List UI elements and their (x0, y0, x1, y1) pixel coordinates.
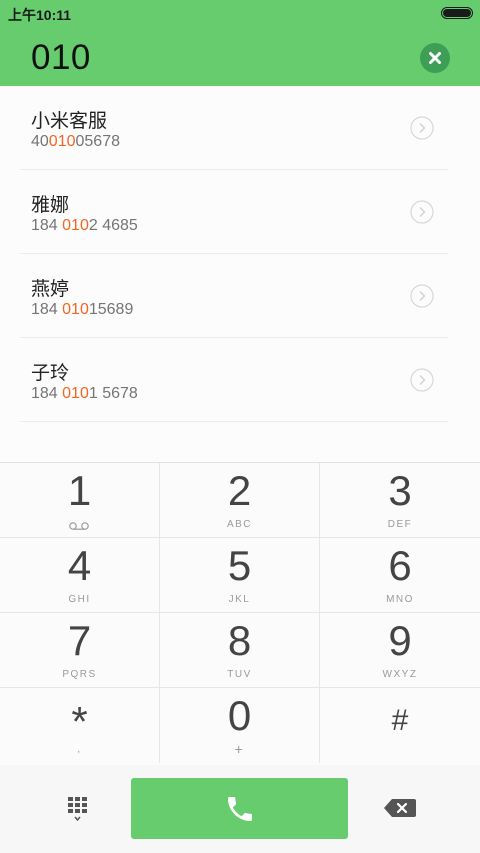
voicemail-icon (69, 522, 89, 530)
key-digit: 0 (227, 692, 252, 739)
key-digit: 3 (388, 467, 412, 514)
key-digit: # (391, 704, 409, 737)
dialpad-toggle-button[interactable] (60, 793, 100, 825)
contact-list: 小米客服 4001005678 雅娜 184 0102 4685 燕婷 184 … (0, 86, 480, 462)
phone-icon (228, 797, 252, 821)
contact-item[interactable]: 燕婷 184 01015689 (20, 254, 448, 338)
key-4[interactable]: 4 GHI (0, 538, 160, 613)
key-2[interactable]: 2 ABC (160, 463, 320, 538)
keypad: 1 2 ABC 3 DEF 4 GHI 5 JKL 6 MNO 7 PQRS 8… (0, 462, 480, 766)
battery-icon (441, 7, 473, 19)
number-match: 010 (62, 301, 89, 318)
key-letters: MNO (386, 594, 414, 605)
number-match: 010 (48, 133, 76, 150)
key-letters: PQRS (62, 669, 97, 680)
chevron-right-icon[interactable] (410, 368, 434, 392)
contact-name: 子玲 (31, 363, 70, 384)
header: 上午10:11 010 (0, 0, 480, 86)
status-time: 上午10:11 (8, 7, 72, 23)
key-3[interactable]: 3 DEF (320, 463, 480, 538)
key-digit: 7 (67, 617, 92, 664)
key-digit: 6 (388, 542, 412, 589)
contact-item[interactable]: 小米客服 4001005678 (20, 86, 448, 170)
key-letters: + (234, 741, 245, 757)
key-digit: 2 (227, 467, 252, 514)
contact-name: 雅娜 (31, 195, 70, 216)
key-letters: , (77, 744, 82, 755)
delete-button[interactable] (382, 797, 418, 819)
key-9[interactable]: 9 WXYZ (320, 613, 480, 688)
key-letters: WXYZ (382, 669, 418, 680)
key-digit: 9 (388, 617, 412, 664)
key-7[interactable]: 7 PQRS (0, 613, 160, 688)
key-letters: GHI (68, 594, 91, 605)
dialed-number[interactable]: 010 (31, 38, 91, 78)
contact-name: 小米客服 (31, 111, 108, 132)
contact-name: 燕婷 (31, 279, 70, 300)
key-1[interactable]: 1 (0, 463, 160, 538)
key-8[interactable]: 8 TUV (160, 613, 320, 688)
close-icon (429, 52, 441, 64)
clear-button[interactable] (420, 43, 450, 73)
key-0[interactable]: 0 + (160, 688, 320, 763)
number-match: 010 (62, 385, 89, 402)
contact-number: 4001005678 (31, 133, 120, 150)
key-digit: 5 (227, 542, 252, 589)
key-letters: DEF (387, 519, 413, 530)
backspace-icon (384, 799, 416, 817)
key-letters: ABC (226, 519, 253, 530)
contact-item[interactable]: 子玲 184 0101 5678 (20, 338, 448, 422)
key-6[interactable]: 6 MNO (320, 538, 480, 613)
key-digit: 1 (67, 467, 92, 514)
key-digit: 4 (67, 542, 92, 589)
call-button[interactable] (131, 778, 348, 839)
key-hash[interactable]: # (320, 688, 480, 763)
chevron-right-icon[interactable] (410, 284, 434, 308)
contact-item[interactable]: 雅娜 184 0102 4685 (20, 170, 448, 254)
key-5[interactable]: 5 JKL (160, 538, 320, 613)
dialpad-icon (68, 797, 87, 822)
contact-number: 184 0102 4685 (31, 217, 138, 234)
action-bar (0, 765, 480, 853)
contact-number: 184 01015689 (31, 301, 134, 318)
chevron-right-icon[interactable] (410, 116, 434, 140)
key-letters: JKL (228, 594, 251, 605)
contact-number: 184 0101 5678 (31, 385, 138, 402)
number-match: 010 (62, 217, 89, 234)
key-digit: * (71, 698, 88, 745)
key-star[interactable]: * , (0, 688, 160, 763)
chevron-right-icon[interactable] (410, 200, 434, 224)
key-digit: 8 (227, 617, 252, 664)
key-letters: TUV (227, 669, 252, 680)
